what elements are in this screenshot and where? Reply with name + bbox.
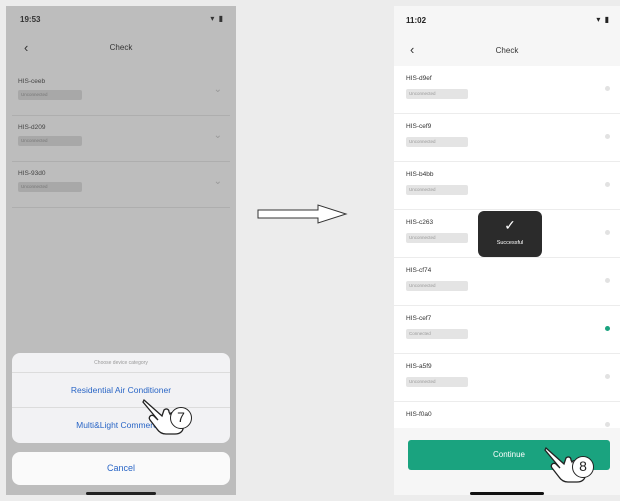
device-name: HIS-a5f9 [406, 363, 432, 370]
wifi-battery-icon: ▾ ▮ [210, 14, 224, 23]
device-name: HIS-cf74 [406, 267, 432, 274]
home-indicator [470, 492, 544, 495]
selection-radio[interactable] [605, 86, 610, 91]
sheet-header: Choose device category [12, 353, 230, 373]
option-residential-air-conditioner[interactable]: Residential Air Conditioner [12, 373, 230, 408]
device-status: Unconnected [18, 136, 82, 146]
device-row[interactable]: HIS-cef9 Unconnected [394, 114, 620, 162]
toast-text: Successful [496, 240, 524, 246]
right-phone-screen: 11:02 ▾ ▮ ‹ Check HIS-d9ef Unconnected H… [394, 6, 620, 495]
device-row[interactable]: HIS-d9ef Unconnected [394, 66, 620, 114]
device-status: Unconnected [406, 89, 468, 99]
device-name: HIS-93d0 [18, 170, 46, 177]
device-name: HIS-d9ef [406, 75, 432, 82]
device-name: HIS-b4bb [406, 171, 434, 178]
selection-radio[interactable] [605, 326, 610, 331]
nav-bar: ‹ Check [6, 36, 236, 58]
page-title: Check [495, 46, 519, 55]
device-name: HIS-ceeb [18, 78, 46, 85]
chevron-down-icon: ⌄ [213, 176, 222, 187]
instruction-figure: 19:53 ▾ ▮ ‹ Check HIS-ceeb Unconnected ⌄… [0, 0, 620, 501]
device-row[interactable]: HIS-d209 Unconnected ⌄ [12, 116, 230, 162]
device-status: Unconnected [18, 90, 82, 100]
device-row[interactable]: HIS-b4bb Unconnected [394, 162, 620, 210]
device-row[interactable]: HIS-93d0 Unconnected ⌄ [12, 162, 230, 208]
device-status: Unconnected [18, 182, 82, 192]
step-number-badge: 7 [170, 407, 192, 429]
device-row[interactable]: HIS-cef7 Connected [394, 306, 620, 354]
right-arrow-icon [256, 203, 348, 230]
left-phone-screen: 19:53 ▾ ▮ ‹ Check HIS-ceeb Unconnected ⌄… [6, 6, 236, 495]
device-row[interactable]: HIS-a5f9 Unconnected [394, 354, 620, 402]
page-title: Check [109, 43, 133, 52]
device-row[interactable]: HIS-f0a0 [394, 402, 620, 428]
device-row[interactable]: HIS-cf74 Unconnected [394, 258, 620, 306]
chevron-down-icon: ⌄ [213, 130, 222, 141]
wifi-battery-icon: ▾ ▮ [596, 15, 610, 24]
selection-radio[interactable] [605, 278, 610, 283]
device-name: HIS-c263 [406, 219, 434, 226]
step-number-badge: 8 [572, 456, 594, 478]
cancel-button[interactable]: Cancel [12, 452, 230, 485]
device-status: Connected [406, 329, 468, 339]
status-bar: 19:53 ▾ ▮ [6, 6, 236, 32]
device-status: Unconnected [406, 233, 468, 243]
success-toast: ✓ Successful [478, 211, 542, 257]
device-status: Unconnected [406, 137, 468, 147]
selection-radio[interactable] [605, 422, 610, 427]
home-indicator [86, 492, 156, 495]
device-name: HIS-d209 [18, 124, 46, 131]
status-bar: 11:02 ▾ ▮ [394, 6, 620, 32]
device-status: Unconnected [406, 281, 468, 291]
device-name: HIS-cef7 [406, 315, 432, 322]
device-name: HIS-cef9 [406, 123, 432, 130]
category-action-sheet: Choose device category Residential Air C… [12, 353, 230, 443]
device-status: Unconnected [406, 185, 468, 195]
option-multi-light-commercial[interactable]: Multi&Light Commercial [12, 408, 230, 443]
selection-radio[interactable] [605, 374, 610, 379]
device-list: HIS-ceeb Unconnected ⌄ HIS-d209 Unconnec… [12, 70, 230, 208]
status-time: 11:02 [406, 16, 427, 25]
status-time: 19:53 [20, 15, 41, 24]
chevron-down-icon: ⌄ [213, 84, 222, 95]
device-row[interactable]: HIS-ceeb Unconnected ⌄ [12, 70, 230, 116]
checkmark-icon: ✓ [504, 217, 516, 233]
device-status: Unconnected [406, 377, 468, 387]
selection-radio[interactable] [605, 134, 610, 139]
device-name: HIS-f0a0 [406, 411, 432, 418]
nav-bar: ‹ Check [394, 38, 620, 60]
selection-radio[interactable] [605, 230, 610, 235]
selection-radio[interactable] [605, 182, 610, 187]
